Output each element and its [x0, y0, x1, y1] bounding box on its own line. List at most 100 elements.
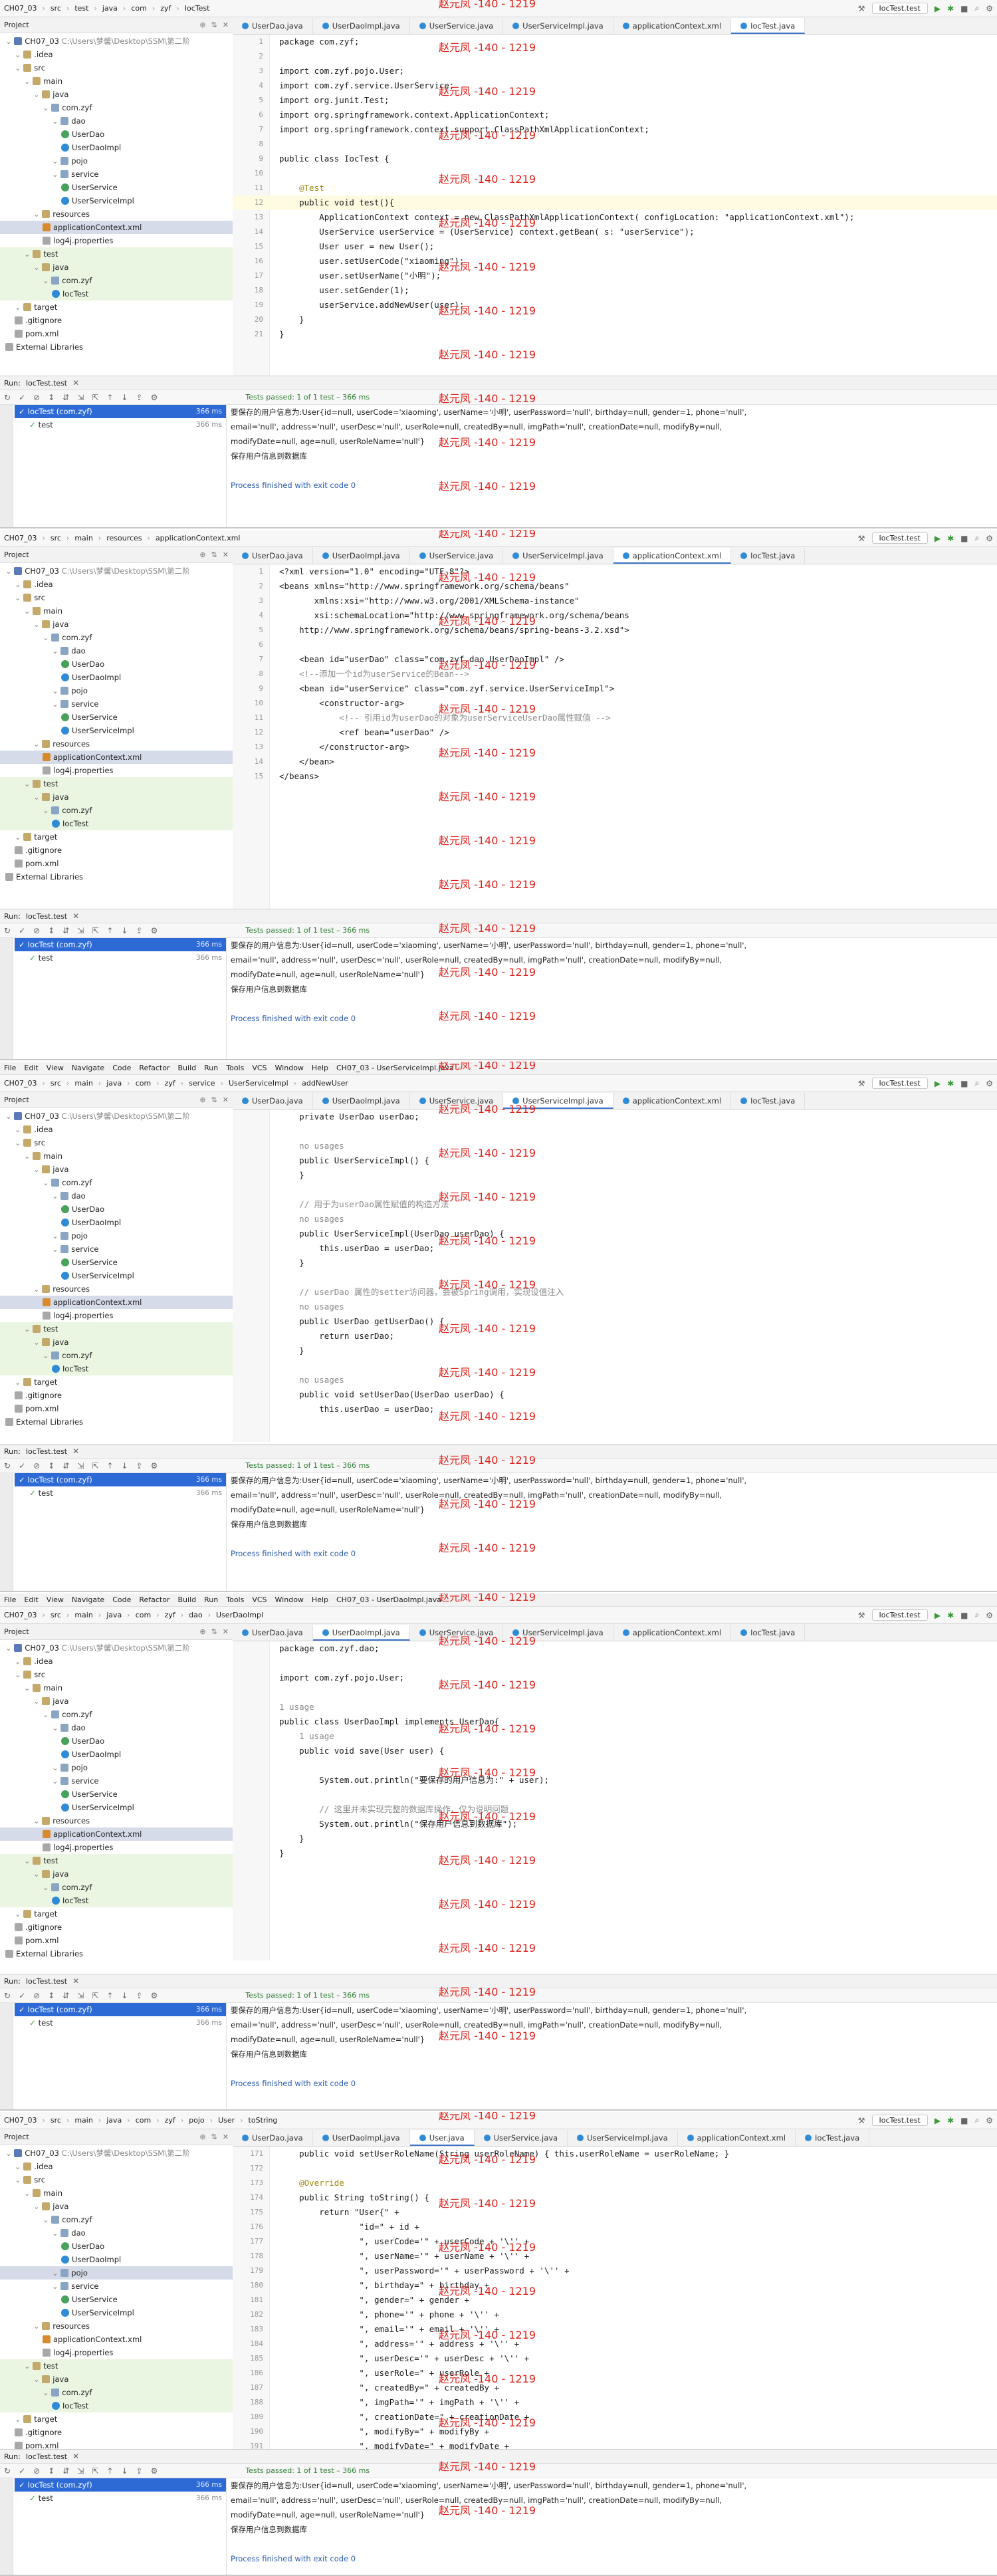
- tree-item[interactable]: IocTest: [0, 2399, 233, 2412]
- tree-item[interactable]: ⌄ .idea: [0, 1123, 233, 1136]
- tree-item[interactable]: UserService: [0, 1788, 233, 1801]
- tree-item[interactable]: pom.xml: [0, 857, 233, 870]
- menu-item-build[interactable]: Build: [178, 1595, 197, 1604]
- chevron-icon[interactable]: ⌄: [52, 699, 60, 709]
- rerun-icon[interactable]: ↻: [4, 1991, 11, 2000]
- tree-item[interactable]: External Libraries: [0, 1415, 233, 1429]
- check-icon[interactable]: ✓: [19, 1991, 25, 2000]
- tree-item[interactable]: UserDaoImpl: [0, 2253, 233, 2266]
- test-result-root[interactable]: ✓ IocTest (com.zyf) 366 ms: [15, 2478, 226, 2492]
- chevron-icon[interactable]: ⌄: [33, 1816, 42, 1825]
- breadcrumb-item[interactable]: zyf: [165, 1079, 175, 1088]
- tree-item[interactable]: .gitignore: [0, 844, 233, 857]
- chevron-icon[interactable]: ⌄: [5, 1643, 14, 1653]
- chevron-icon[interactable]: ⌄: [43, 1710, 51, 1719]
- chevron-icon[interactable]: ⌄: [52, 170, 60, 179]
- tree-item[interactable]: log4j.properties: [0, 234, 233, 247]
- tree-item[interactable]: ⌄ src: [0, 1136, 233, 1149]
- breadcrumb-item[interactable]: CH07_03: [4, 534, 37, 542]
- code-editor[interactable]: 1 package com.zyf; 2 3 import com.zyf.pojo.U…: [233, 35, 997, 380]
- chevron-icon[interactable]: ⌄: [52, 116, 60, 126]
- chevron-icon[interactable]: ⌄: [33, 263, 42, 272]
- tree-item[interactable]: ⌄ test: [0, 1854, 233, 1867]
- export-icon[interactable]: ⇪: [136, 2466, 143, 2476]
- chevron-icon[interactable]: ⌄: [33, 2202, 42, 2211]
- settings-icon[interactable]: ⚙: [151, 2466, 158, 2476]
- code-editor[interactable]: package com.zyf.dao; import com.zyf.pojo.…: [233, 1641, 997, 1960]
- run-tab[interactable]: IocTest.test: [26, 912, 67, 921]
- tree-item[interactable]: .gitignore: [0, 1921, 233, 1934]
- run-config-select[interactable]: IocTest.test: [871, 2115, 928, 2126]
- breadcrumb-item[interactable]: java: [106, 1611, 122, 1619]
- breadcrumb-item[interactable]: java: [106, 2116, 122, 2125]
- tree-item[interactable]: UserDaoImpl: [0, 141, 233, 154]
- chevron-icon[interactable]: ⌄: [43, 806, 51, 815]
- chevron-icon[interactable]: ⌄: [24, 249, 33, 259]
- target-icon[interactable]: ⊕: [199, 1096, 205, 1104]
- chevron-icon[interactable]: ⌄: [43, 2388, 51, 2397]
- project-label[interactable]: Project: [4, 2133, 29, 2141]
- breadcrumb-item[interactable]: CH07_03: [4, 4, 37, 13]
- tree-item[interactable]: ⌄ java: [0, 2373, 233, 2386]
- up-icon[interactable]: ↑: [106, 2466, 113, 2476]
- stop-icon[interactable]: ⊘: [33, 926, 40, 935]
- breadcrumb-item[interactable]: src: [51, 1611, 61, 1619]
- settings-icon[interactable]: ⚙: [151, 926, 158, 935]
- close-icon[interactable]: ✕: [223, 21, 229, 29]
- chevron-icon[interactable]: ⌄: [24, 779, 33, 788]
- chevron-icon[interactable]: ⌄: [33, 209, 42, 219]
- sort-duration-icon[interactable]: ⇵: [62, 1461, 69, 1470]
- tree-item[interactable]: ⌄ .idea: [0, 2160, 233, 2173]
- chevron-icon[interactable]: ⌄: [24, 2361, 33, 2371]
- tree-item[interactable]: pom.xml: [0, 1402, 233, 1415]
- tree-item[interactable]: ⌄ pojo: [0, 1229, 233, 1242]
- collapse-icon[interactable]: ⇅: [211, 550, 217, 559]
- tree-item[interactable]: ⌄ main: [0, 1149, 233, 1163]
- tab-ioctest-java[interactable]: IocTest.java: [731, 18, 806, 34]
- menu-item-run[interactable]: Run: [204, 1064, 218, 1072]
- chevron-icon[interactable]: ⌄: [15, 2414, 23, 2424]
- tree-item[interactable]: ⌄ CH07_03 C:\Users\梦馨\Desktop\SSM\第二阶: [0, 35, 233, 48]
- menu-item-vcs[interactable]: VCS: [252, 1064, 267, 1072]
- tab-ioctest-java[interactable]: IocTest.java: [731, 548, 806, 564]
- chevron-icon[interactable]: ⌄: [52, 1723, 60, 1732]
- chevron-icon[interactable]: ⌄: [43, 103, 51, 112]
- sort-icon[interactable]: ↕: [48, 926, 55, 935]
- breadcrumb-item[interactable]: UserDaoImpl: [216, 1611, 263, 1619]
- hammer-icon[interactable]: ⚒: [858, 534, 865, 543]
- check-icon[interactable]: ✓: [19, 393, 25, 402]
- hammer-icon[interactable]: ⚒: [858, 1611, 865, 1620]
- project-label[interactable]: Project: [4, 550, 29, 559]
- tree-item[interactable]: UserService: [0, 181, 233, 194]
- chevron-icon[interactable]: ⌄: [15, 1909, 23, 1919]
- tree-item[interactable]: ⌄ resources: [0, 1282, 233, 1296]
- breadcrumb-item[interactable]: addNewUser: [302, 1079, 348, 1088]
- tree-item[interactable]: IocTest: [0, 1894, 233, 1907]
- chevron-icon[interactable]: ⌄: [5, 37, 14, 46]
- collapse-icon[interactable]: ⇱: [92, 1461, 98, 1470]
- settings-icon[interactable]: ⚙: [986, 1611, 993, 1620]
- collapse-icon[interactable]: ⇱: [92, 1991, 98, 2000]
- console-output[interactable]: 要保存的用户信息为:User{id=null, userCode='xiaomi…: [226, 405, 997, 527]
- tree-item[interactable]: ⌄ com.zyf: [0, 2213, 233, 2226]
- search-icon[interactable]: ⌕: [975, 3, 980, 13]
- tree-item[interactable]: log4j.properties: [0, 2346, 233, 2359]
- sort-icon[interactable]: ↕: [48, 393, 55, 402]
- tree-item[interactable]: ⌄ service: [0, 2280, 233, 2293]
- chevron-icon[interactable]: ⌄: [43, 1178, 51, 1187]
- tab-userserviceimpl-java[interactable]: UserServiceImpl.java: [568, 2130, 678, 2146]
- tree-item[interactable]: IocTest: [0, 287, 233, 300]
- chevron-icon[interactable]: ⌄: [52, 2268, 60, 2278]
- tab-userservice-java[interactable]: UserService.java: [475, 2130, 568, 2146]
- sort-icon[interactable]: ↕: [48, 2466, 55, 2476]
- breadcrumb-item[interactable]: java: [106, 1079, 122, 1088]
- close-icon[interactable]: ✕: [223, 1627, 229, 1636]
- menu-item-file[interactable]: File: [4, 1064, 16, 1072]
- chevron-icon[interactable]: ⌄: [33, 1165, 42, 1174]
- chevron-icon[interactable]: ⌄: [52, 2282, 60, 2291]
- chevron-icon[interactable]: ⌄: [15, 1657, 23, 1666]
- tree-item[interactable]: UserServiceImpl: [0, 2306, 233, 2319]
- tree-item[interactable]: ⌄ src: [0, 2173, 233, 2186]
- chevron-icon[interactable]: ⌄: [33, 1338, 42, 1347]
- run-config-select[interactable]: IocTest.test: [871, 3, 928, 14]
